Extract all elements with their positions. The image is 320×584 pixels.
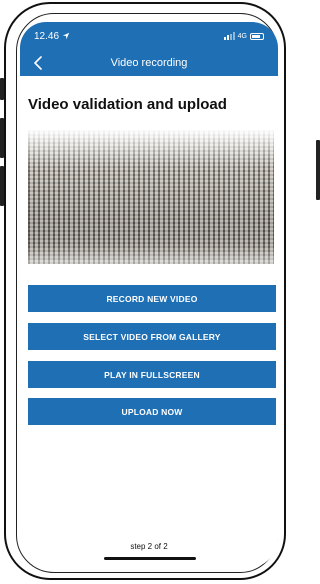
app-screen: 12.46 4G Video recording Video validatio…	[20, 22, 278, 568]
record-new-video-button[interactable]: RECORD NEW VIDEO	[28, 285, 276, 312]
signal-bars-icon	[223, 32, 235, 40]
phone-power-button	[316, 140, 320, 200]
play-in-fullscreen-button[interactable]: PLAY IN FULLSCREEN	[28, 361, 276, 388]
location-arrow-icon	[62, 32, 70, 40]
phone-mute-switch	[0, 78, 4, 100]
home-indicator[interactable]	[104, 557, 196, 560]
network-type: 4G	[237, 32, 247, 40]
battery-icon	[250, 32, 264, 40]
phone-volume-up	[0, 118, 4, 158]
nav-title: Video recording	[110, 57, 188, 69]
status-indicators: 4G	[223, 32, 264, 40]
select-video-from-gallery-button[interactable]: SELECT VIDEO FROM GALLERY	[28, 323, 276, 350]
step-indicator: step 2 of 2	[130, 542, 168, 551]
status-time: 12.46	[34, 30, 60, 42]
upload-now-button[interactable]: UPLOAD NOW	[28, 398, 276, 425]
carpet-preview-image	[28, 130, 274, 264]
status-bar: 12.46 4G	[20, 22, 278, 50]
chevron-left-icon	[34, 56, 42, 70]
status-time-group: 12.46	[34, 31, 70, 42]
carpet-image-fade	[28, 130, 274, 264]
back-button[interactable]	[28, 53, 48, 73]
phone-volume-down	[0, 166, 4, 206]
page-title: Video validation and upload	[28, 96, 227, 113]
navigation-bar: Video recording	[20, 50, 278, 76]
